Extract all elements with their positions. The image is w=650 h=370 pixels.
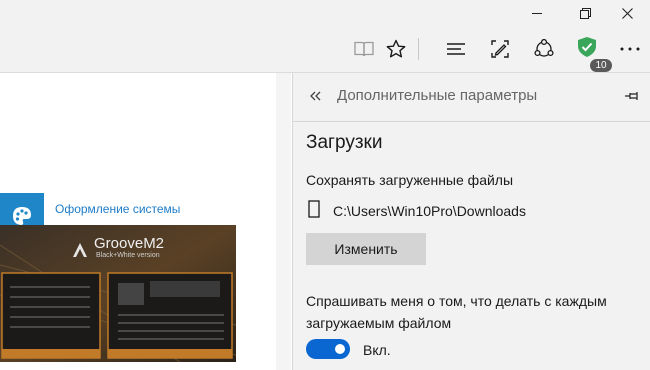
book-icon — [354, 41, 374, 57]
double-chevron-left-icon — [310, 91, 321, 101]
downloads-section-title: Загрузки — [306, 132, 383, 153]
minimize-button[interactable] — [514, 0, 560, 26]
panel-title: Дополнительные параметры — [337, 87, 538, 104]
toggle-knob — [335, 344, 345, 354]
favorite-button[interactable] — [376, 26, 416, 72]
pin-icon — [625, 92, 638, 100]
ask-each-file-label: Спрашивать меня о том, что делать с кажд… — [306, 293, 607, 331]
file-icon — [308, 200, 320, 218]
back-button[interactable] — [307, 87, 325, 105]
pin-button[interactable] — [623, 87, 641, 105]
save-location-label: Сохранять загруженные файлы — [306, 172, 514, 188]
restore-button[interactable] — [562, 0, 608, 26]
theme-preview-image[interactable]: GrooveM2 Black+White version — [0, 225, 236, 362]
ellipsis-icon — [620, 47, 640, 51]
ask-toggle[interactable] — [306, 339, 350, 359]
toggle-state-label: Вкл. — [363, 342, 391, 358]
shield-check-icon — [578, 37, 596, 57]
star-icon — [386, 39, 406, 58]
advanced-settings-panel: Дополнительные параметры Загрузки Сохран… — [292, 73, 650, 370]
minimize-icon — [532, 12, 542, 14]
hub-button[interactable] — [436, 26, 476, 72]
extension-button[interactable]: 10 — [568, 26, 612, 72]
preview-app-title: GrooveM2 — [94, 235, 165, 252]
palette-icon — [13, 207, 31, 225]
download-path: C:\Users\Win10Pro\Downloads — [333, 203, 526, 219]
change-button-label: Изменить — [334, 241, 398, 257]
change-location-button[interactable]: Изменить — [306, 233, 426, 265]
title-bar — [0, 0, 650, 26]
web-note-button[interactable] — [480, 26, 520, 72]
pen-square-icon — [491, 40, 509, 58]
browser-toolbar: 10 — [0, 26, 650, 73]
panel-header: Дополнительные параметры — [293, 73, 650, 122]
share-icon — [534, 39, 554, 57]
close-button[interactable] — [604, 0, 650, 26]
more-button[interactable] — [610, 26, 650, 72]
page-scrollbar[interactable] — [276, 73, 291, 370]
close-icon — [621, 7, 633, 19]
hub-lines-icon — [447, 43, 465, 55]
toolbar-separator — [418, 38, 419, 60]
category-link[interactable]: Оформление системы — [55, 202, 180, 216]
preview-app-subtitle: Black+White version — [96, 252, 160, 259]
restore-icon — [579, 7, 591, 19]
share-button[interactable] — [524, 26, 564, 72]
extension-badge: 10 — [590, 59, 612, 72]
